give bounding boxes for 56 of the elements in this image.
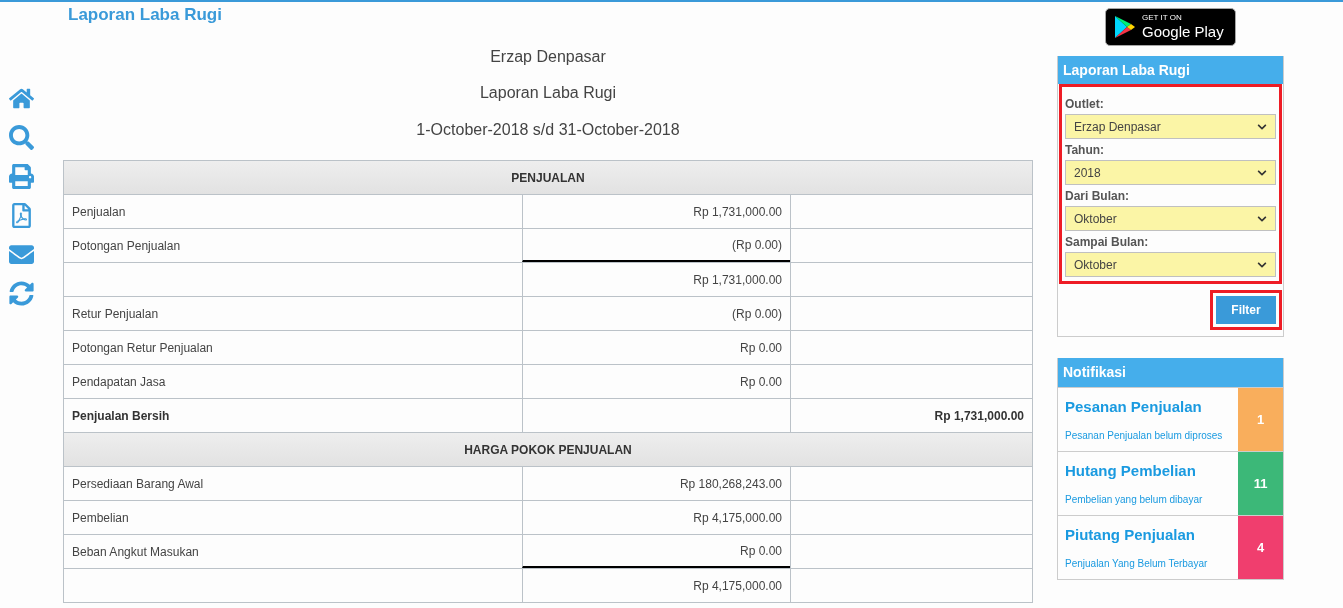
table-cell-text: Penjualan Bersih <box>71 407 171 425</box>
panel-header: Laporan Laba Rugi <box>1058 56 1283 84</box>
table-cell: Rp 4,175,000.00 <box>522 501 790 534</box>
table-cell: Rp 4,175,000.00 <box>522 569 790 602</box>
dropdown-select[interactable]: Oktober <box>1065 252 1276 277</box>
table-cell-text: Pembelian <box>71 509 130 527</box>
google-play-badge[interactable]: GET IT ON Google Play <box>1105 8 1236 46</box>
table-cell-text: Retur Penjualan <box>71 305 160 323</box>
report-period: 1-October-2018 s/d 31-October-2018 <box>416 120 680 140</box>
field-label: Sampai Bulan: <box>1065 234 1150 251</box>
section-header: PENJUALAN <box>64 161 1032 195</box>
refresh-icon[interactable] <box>9 281 34 306</box>
section-header: HARGA POKOK PENJUALAN <box>64 433 1032 467</box>
notification-subtitle: Pesanan Penjualan belum diproses <box>1065 429 1224 443</box>
table-cell: (Rp 0.00) <box>522 297 790 330</box>
table-cell-text: Potongan Retur Penjualan <box>71 339 214 357</box>
table-cell-text: Beban Angkut Masukan <box>71 543 200 561</box>
field-label: Outlet: <box>1065 96 1105 113</box>
company-name: Erzap Denpasar <box>490 47 606 67</box>
search-icon[interactable] <box>9 125 34 150</box>
badge-caption: GET IT ON <box>1142 13 1183 23</box>
table-cell-text: Penjualan <box>71 203 127 221</box>
dropdown-select[interactable]: Oktober <box>1065 206 1276 231</box>
home-icon[interactable] <box>9 86 34 111</box>
dropdown-select[interactable]: 2018 <box>1065 160 1276 185</box>
chevron-icon <box>1257 213 1267 224</box>
table-cell: Rp 0.00 <box>522 365 790 398</box>
table-cell: Rp 0.00 <box>522 535 790 568</box>
dropdown-select[interactable]: Erzap Denpasar <box>1065 114 1276 139</box>
chevron-icon <box>1257 259 1267 270</box>
printer-icon[interactable] <box>9 164 34 189</box>
page-title: Laporan Laba Rugi <box>68 5 222 25</box>
chevron-icon <box>1257 121 1267 132</box>
notification-subtitle: Penjualan Yang Belum Terbayar <box>1065 557 1209 571</box>
table-cell: Rp 0.00 <box>522 331 790 364</box>
field-label: Dari Bulan: <box>1065 188 1130 205</box>
play-triangle-icon <box>1114 15 1136 39</box>
notification-subtitle: Pembelian yang belum dibayar <box>1065 493 1204 507</box>
badge-store-name: Google Play <box>1142 23 1224 41</box>
table-cell-text: Potongan Penjualan <box>71 237 182 255</box>
pdf-file-icon[interactable] <box>9 203 34 228</box>
table-cell: Rp 1,731,000.00 <box>522 263 790 296</box>
field-label: Tahun: <box>1065 142 1106 159</box>
chevron-icon <box>1257 167 1267 178</box>
envelope-icon[interactable] <box>9 242 34 267</box>
count-badge: 4 <box>1238 516 1283 579</box>
panel-header: Notifikasi <box>1058 358 1283 387</box>
table-cell: Rp 1,731,000.00 <box>790 399 1032 432</box>
count-badge: 1 <box>1238 388 1283 451</box>
table-cell-text: Persediaan Barang Awal <box>71 475 205 493</box>
table-cell: Rp 180,268,243.00 <box>522 467 790 500</box>
count-badge: 11 <box>1238 452 1283 515</box>
table-cell: (Rp 0.00) <box>522 229 790 262</box>
table-cell-text: Pendapatan Jasa <box>71 373 167 391</box>
table-cell: Rp 1,731,000.00 <box>522 195 790 228</box>
report-title: Laporan Laba Rugi <box>479 83 617 103</box>
